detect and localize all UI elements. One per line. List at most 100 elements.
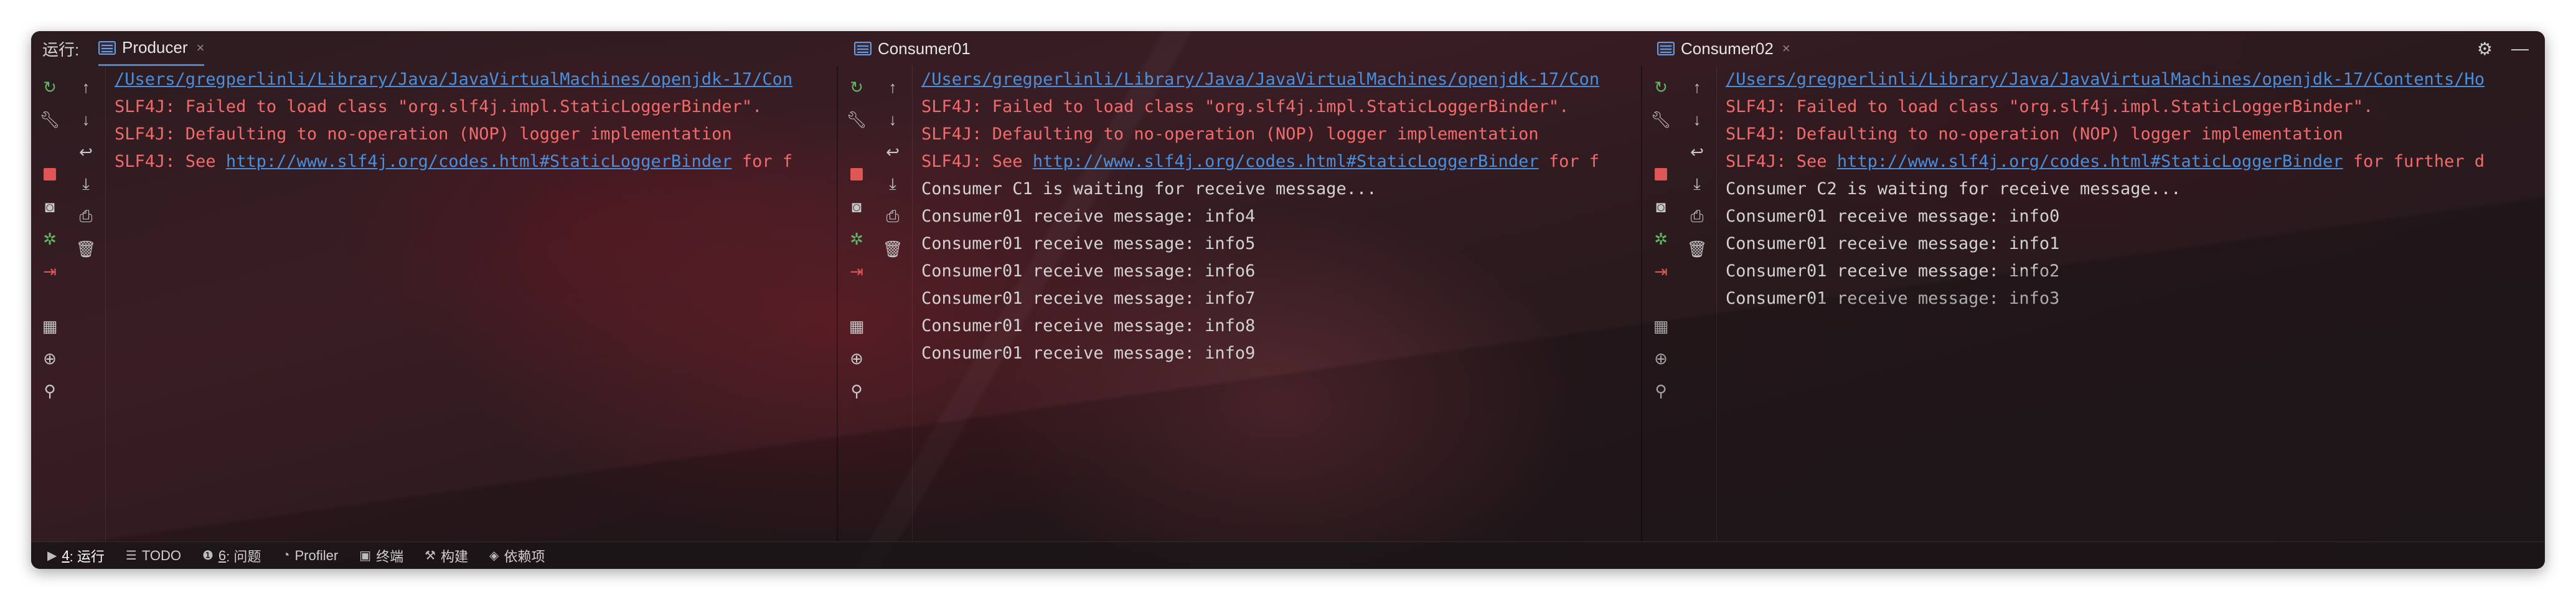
console-path-link[interactable]: /Users/gregperlinli/Library/Java/JavaVir… [1726, 66, 2545, 93]
console-error-line: SLF4J: Failed to load class "org.slf4j.i… [921, 97, 1569, 116]
console-icon [98, 40, 116, 55]
close-icon[interactable]: × [197, 40, 205, 56]
tab-label: Producer [122, 38, 188, 57]
target-icon[interactable]: ⊕ [37, 346, 62, 371]
tab-consumer02[interactable]: Consumer02 × [1657, 31, 1790, 66]
console-output[interactable]: /Users/gregperlinli/Library/Java/JavaVir… [107, 66, 837, 541]
pin-icon[interactable]: ⚲ [1648, 378, 1673, 403]
minimize-icon[interactable]: — [2511, 39, 2529, 59]
console-error-line: SLF4J: Defaulting to no-operation (NOP) … [115, 124, 732, 144]
line-prefix: SLF4J: See [115, 152, 226, 171]
scroll-to-end-icon[interactable]: ⤓ [73, 172, 98, 197]
rerun-icon[interactable]: ↻ [1648, 75, 1673, 100]
tool-label: Profiler [294, 547, 339, 563]
console-output-line: Consumer01 receive message: info2 [1726, 261, 2060, 281]
trash-icon[interactable]: 🗑︎ [880, 237, 905, 261]
console-error-line: SLF4J: See http://www.slf4j.org/codes.ht… [115, 148, 837, 176]
tool-label: 构建 [441, 548, 469, 565]
layout-icon[interactable]: ▦ [844, 314, 869, 339]
target-icon[interactable]: ⊕ [1648, 346, 1673, 371]
debug-bug-icon[interactable]: ✲ [1648, 227, 1673, 251]
soft-wrap-icon[interactable]: ↩ [880, 139, 905, 164]
soft-wrap-icon[interactable]: ↩ [1685, 139, 1709, 164]
problems-tool-button[interactable]: ❶ 6 : 问题 [202, 546, 261, 566]
console-output-line: Consumer01 receive message: info4 [921, 207, 1256, 226]
wrench-icon[interactable]: 🔧︎ [844, 107, 869, 132]
arrow-up-icon[interactable]: ↑ [880, 75, 905, 100]
print-icon[interactable]: ⎙ [73, 204, 98, 229]
producer-pane: ↻ 🔧︎ ◙ ✲ ⇥ ▦ ⊕ ⚲ ↑ ↓ ↩ ⤓ ⎙ 🗑︎ /Users/gre… [31, 66, 837, 541]
stop-icon[interactable] [844, 162, 869, 187]
stop-icon[interactable] [1648, 162, 1673, 187]
dependencies-tool-button[interactable]: ◈ 依赖项 [489, 546, 545, 566]
layout-icon[interactable]: ▦ [1648, 314, 1673, 339]
tab-producer[interactable]: Producer × [98, 31, 205, 66]
arrow-down-icon[interactable]: ↓ [73, 107, 98, 132]
exit-icon[interactable]: ⇥ [1648, 259, 1673, 284]
tool-window-bar: ▶ 4 : 运行 ☰ TODO ❶ 6 : 问题 ◔ Profiler ▣ 终端… [31, 541, 2545, 569]
url-link[interactable]: http://www.slf4j.org/codes.html#StaticLo… [1837, 152, 2343, 171]
shortcut-number: 6 [218, 547, 227, 563]
todo-tool-button[interactable]: ☰ TODO [126, 548, 181, 564]
run-tool-window-header: 运行: Producer × Consumer01 Consumer02 × ⚙… [31, 31, 2545, 66]
console-output-line: Consumer01 receive message: info5 [921, 234, 1256, 253]
rerun-icon[interactable]: ↻ [37, 75, 62, 100]
tab-consumer01[interactable]: Consumer01 [854, 31, 971, 66]
print-icon[interactable]: ⎙ [880, 204, 905, 229]
scroll-to-end-icon[interactable]: ⤓ [1685, 172, 1709, 197]
camera-icon[interactable]: ◙ [37, 194, 62, 219]
console-output[interactable]: /Users/gregperlinli/Library/Java/JavaVir… [1718, 66, 2545, 541]
trash-icon[interactable]: 🗑︎ [73, 237, 98, 261]
console-error-line: SLF4J: See http://www.slf4j.org/codes.ht… [921, 148, 1641, 176]
console-error-line: SLF4J: See http://www.slf4j.org/codes.ht… [1726, 148, 2545, 176]
print-icon[interactable]: ⎙ [1685, 204, 1709, 229]
rerun-icon[interactable]: ↻ [844, 75, 869, 100]
wrench-icon[interactable]: 🔧︎ [37, 107, 62, 132]
arrow-up-icon[interactable]: ↑ [1685, 75, 1709, 100]
exit-icon[interactable]: ⇥ [37, 259, 62, 284]
console-output-line: Consumer01 receive message: info9 [921, 344, 1256, 363]
console-icon [854, 42, 872, 55]
console-output[interactable]: /Users/gregperlinli/Library/Java/JavaVir… [914, 66, 1641, 541]
run-toolbar: ↻ 🔧︎ ◙ ✲ ⇥ ▦ ⊕ ⚲ ↑ ↓ ↩ ⤓ ⎙ 🗑︎ [838, 66, 913, 541]
console-output-line: Consumer01 receive message: info7 [921, 289, 1256, 308]
trash-icon[interactable]: 🗑︎ [1685, 237, 1709, 261]
camera-icon[interactable]: ◙ [1648, 194, 1673, 219]
console-error-line: SLF4J: Defaulting to no-operation (NOP) … [1726, 124, 2343, 144]
run-tool-button[interactable]: ▶ 4 : 运行 [47, 546, 105, 566]
run-toolbar: ↻ 🔧︎ ◙ ✲ ⇥ ▦ ⊕ ⚲ ↑ ↓ ↩ ⤓ ⎙ 🗑︎ [1642, 66, 1717, 541]
console-path-link[interactable]: /Users/gregperlinli/Library/Java/JavaVir… [115, 66, 837, 93]
tool-label: 终端 [376, 548, 404, 565]
hammer-icon: ⚒ [425, 549, 436, 563]
tool-label: 依赖项 [504, 548, 545, 565]
scroll-to-end-icon[interactable]: ⤓ [880, 172, 905, 197]
arrow-up-icon[interactable]: ↑ [73, 75, 98, 100]
close-icon[interactable]: × [1782, 40, 1790, 57]
debug-bug-icon[interactable]: ✲ [844, 227, 869, 251]
pin-icon[interactable]: ⚲ [844, 378, 869, 403]
exit-icon[interactable]: ⇥ [844, 259, 869, 284]
terminal-icon: ▣ [359, 549, 372, 563]
arrow-down-icon[interactable]: ↓ [880, 107, 905, 132]
console-path-link[interactable]: /Users/gregperlinli/Library/Java/JavaVir… [921, 66, 1641, 93]
stop-icon[interactable] [37, 162, 62, 187]
layout-icon[interactable]: ▦ [37, 314, 62, 339]
tab-label: Consumer01 [878, 39, 971, 58]
pin-icon[interactable]: ⚲ [37, 378, 62, 403]
soft-wrap-icon[interactable]: ↩ [73, 139, 98, 164]
url-link[interactable]: http://www.slf4j.org/codes.html#StaticLo… [226, 152, 732, 171]
arrow-down-icon[interactable]: ↓ [1685, 107, 1709, 132]
profiler-tool-button[interactable]: ◔ Profiler [282, 548, 338, 564]
terminal-tool-button[interactable]: ▣ 终端 [359, 546, 403, 566]
build-tool-button[interactable]: ⚒ 构建 [425, 546, 468, 566]
wrench-icon[interactable]: 🔧︎ [1648, 107, 1673, 132]
gear-icon[interactable]: ⚙ [2477, 39, 2493, 59]
target-icon[interactable]: ⊕ [844, 346, 869, 371]
url-link[interactable]: http://www.slf4j.org/codes.html#StaticLo… [1033, 152, 1539, 171]
debug-bug-icon[interactable]: ✲ [37, 227, 62, 251]
line-prefix: SLF4J: See [921, 152, 1033, 171]
camera-icon[interactable]: ◙ [844, 194, 869, 219]
play-icon: ▶ [47, 549, 57, 563]
consumer02-pane: ↻ 🔧︎ ◙ ✲ ⇥ ▦ ⊕ ⚲ ↑ ↓ ↩ ⤓ ⎙ 🗑︎ /Users/gre… [1642, 66, 2545, 541]
console-error-line: SLF4J: Defaulting to no-operation (NOP) … [921, 124, 1539, 144]
